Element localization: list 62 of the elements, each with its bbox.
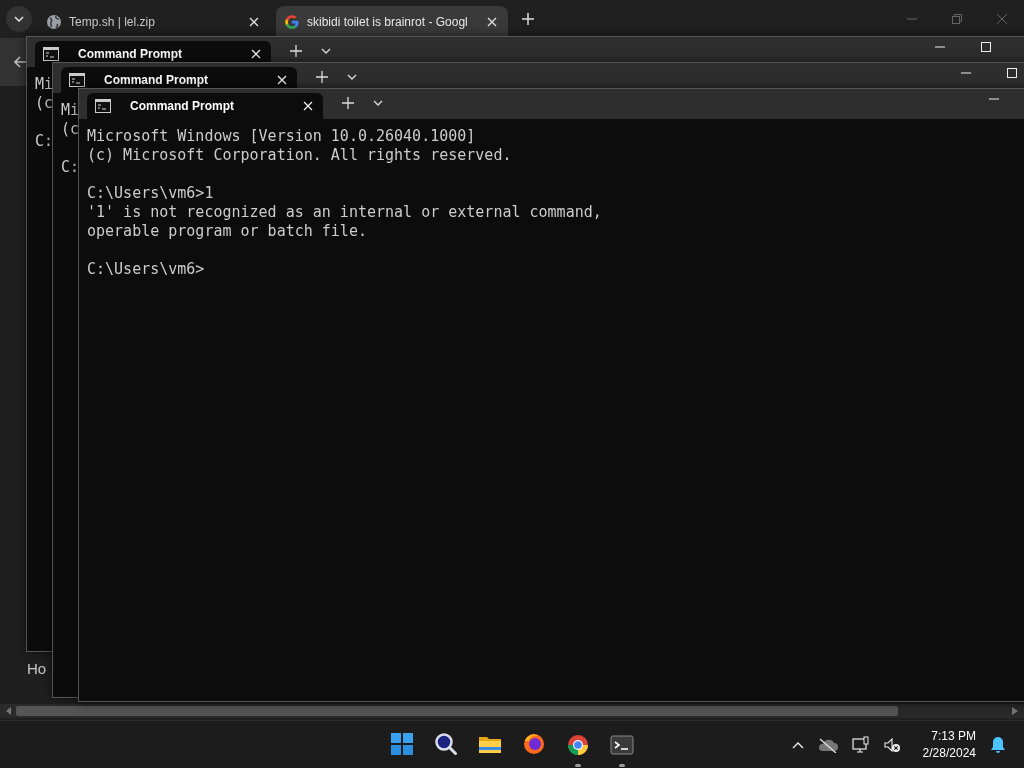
chevron-icon bbox=[373, 100, 383, 106]
restore-icon bbox=[951, 14, 962, 24]
back-button[interactable] bbox=[13, 54, 29, 70]
tab-title: Temp.sh | lel.zip bbox=[69, 15, 156, 29]
maximize-icon bbox=[981, 42, 991, 52]
google-icon bbox=[284, 14, 300, 30]
plus-icon bbox=[342, 97, 354, 109]
close-tab-button[interactable] bbox=[301, 99, 315, 113]
clock-button[interactable]: 7:13 PM 2/28/2024 bbox=[922, 728, 976, 762]
windows-logo-icon bbox=[390, 731, 414, 756]
close-tab-button[interactable] bbox=[275, 73, 289, 87]
terminal-tab[interactable]: Command Prompt bbox=[87, 93, 323, 119]
plus-icon bbox=[290, 45, 302, 57]
globe-icon bbox=[46, 14, 62, 30]
close-icon bbox=[303, 101, 313, 111]
browser-tab[interactable]: Temp.sh | lel.zip bbox=[38, 6, 270, 38]
console-line: Mi bbox=[61, 101, 80, 120]
volume-muted-icon[interactable] bbox=[883, 737, 901, 753]
search-icon bbox=[434, 731, 458, 756]
close-tab-button[interactable] bbox=[249, 47, 263, 61]
chevron-up-icon[interactable] bbox=[791, 740, 804, 750]
close-icon bbox=[249, 17, 259, 27]
close-icon bbox=[487, 17, 497, 27]
notification-bell-icon[interactable] bbox=[990, 736, 1006, 754]
close-icon bbox=[277, 75, 287, 85]
console-line: (c) Microsoft Corporation. All rights reserved. bbox=[87, 146, 512, 165]
chevron-icon bbox=[14, 16, 24, 22]
tab-title: Command Prompt bbox=[104, 73, 209, 87]
scroll-thumb[interactable] bbox=[16, 706, 898, 716]
console-line: (c bbox=[61, 120, 80, 139]
chevron-icon bbox=[321, 48, 331, 54]
console-line: Microsoft Windows [Version 10.0.26040.1000] bbox=[87, 127, 476, 146]
back-arrow-icon bbox=[14, 56, 28, 68]
cloud-off-icon[interactable] bbox=[817, 737, 838, 753]
network-icon[interactable] bbox=[851, 736, 870, 754]
scroll-left-icon[interactable] bbox=[6, 707, 12, 715]
tab-title: Command Prompt bbox=[130, 99, 235, 113]
close-icon bbox=[251, 49, 261, 59]
console-line: operable program or batch file. bbox=[87, 222, 367, 241]
scroll-right-icon[interactable] bbox=[1012, 707, 1018, 715]
browser-icon bbox=[566, 733, 590, 757]
maximize-icon bbox=[1007, 68, 1017, 78]
tab-list-button[interactable] bbox=[6, 6, 32, 32]
horizontal-scrollbar[interactable] bbox=[0, 704, 1024, 718]
console-line: C:\Users\vm6>1 bbox=[87, 184, 214, 203]
tab-title: skibidi toilet is brainrot - Googl bbox=[307, 15, 469, 29]
console-line: Mi bbox=[35, 75, 54, 94]
browser-icon bbox=[522, 731, 546, 756]
console-line: C: bbox=[61, 158, 80, 177]
plus-icon bbox=[522, 13, 534, 25]
console-line: C: bbox=[35, 132, 54, 151]
terminal-icon bbox=[610, 733, 634, 757]
page-text: Ho bbox=[27, 660, 47, 677]
close-icon bbox=[996, 14, 1007, 24]
console-icon bbox=[95, 99, 111, 113]
tab-title: Command Prompt bbox=[78, 47, 183, 61]
chevron-icon bbox=[347, 74, 357, 80]
browser-tab[interactable]: skibidi toilet is brainrot - Googl bbox=[276, 6, 508, 38]
console-line: '1' is not recognized as an internal or external command, bbox=[87, 203, 602, 222]
plus-icon bbox=[316, 71, 328, 83]
console-line: (c bbox=[35, 94, 54, 113]
console-line: C:\Users\vm6> bbox=[87, 260, 205, 279]
